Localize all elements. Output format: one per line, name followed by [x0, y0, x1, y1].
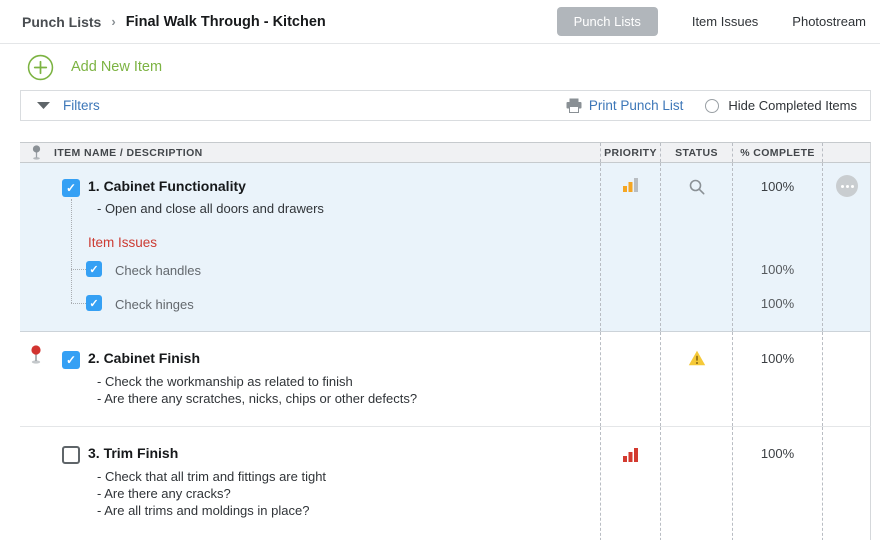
page-title: Final Walk Through - Kitchen — [126, 14, 326, 30]
add-new-item-label: Add New Item — [71, 59, 162, 75]
printer-icon — [566, 98, 582, 113]
item-title[interactable]: 3. Trim Finish — [88, 445, 178, 461]
column-status[interactable]: STATUS — [660, 143, 732, 162]
column-complete[interactable]: % COMPLETE — [732, 143, 822, 162]
item-checkbox[interactable] — [62, 179, 80, 197]
item-description: - Are all trims and moldings in place? — [97, 502, 309, 519]
page-header: Punch Lists › Final Walk Through - Kitch… — [0, 0, 880, 44]
priority-cell — [600, 427, 660, 540]
item-description: - Are there any cracks? — [97, 485, 231, 502]
table-row[interactable]: 1. Cabinet Functionality - Open and clos… — [20, 163, 871, 332]
actions-cell — [822, 332, 871, 426]
complete-cell: 100% 100% 100% — [732, 163, 822, 331]
sub-item-percent-complete: 100% — [733, 296, 822, 311]
percent-complete: 100% — [733, 446, 822, 461]
actions-cell — [822, 427, 871, 540]
status-cell — [660, 332, 732, 426]
status-cell — [660, 163, 732, 331]
header-tabs: Punch Lists Item Issues Photostream — [557, 7, 866, 36]
item-cell-cabinet-functionality: 1. Cabinet Functionality - Open and clos… — [20, 163, 600, 331]
filters-toggle[interactable]: Filters — [36, 98, 100, 113]
item-description: - Open and close all doors and drawers — [97, 200, 324, 217]
filters-label: Filters — [63, 98, 100, 113]
tree-connector-horizontal — [71, 303, 86, 304]
item-checkbox[interactable] — [62, 446, 80, 464]
filter-bar-right: Print Punch List Hide Completed Items — [566, 98, 857, 113]
complete-cell: 100% — [732, 427, 822, 540]
pushpin-icon — [29, 345, 43, 369]
priority-cell — [600, 163, 660, 331]
add-item-row: Add New Item — [0, 44, 880, 90]
sub-item-percent-complete: 100% — [733, 262, 822, 277]
item-cell-cabinet-finish: 2. Cabinet Finish - Check the workmanshi… — [20, 332, 600, 426]
table-row[interactable]: 2. Cabinet Finish - Check the workmanshi… — [20, 332, 871, 427]
item-description: - Are there any scratches, nicks, chips … — [97, 390, 417, 407]
row-actions-ellipsis-button[interactable] — [836, 175, 858, 197]
item-cell-trim-finish: 3. Trim Finish - Check that all trim and… — [20, 427, 600, 540]
item-issues-link[interactable]: Item Issues — [88, 235, 157, 250]
pin-column-icon — [31, 145, 42, 160]
hide-completed-checkbox[interactable] — [705, 99, 719, 113]
warning-status-icon[interactable] — [661, 350, 732, 366]
search-status-icon[interactable] — [661, 178, 732, 196]
column-priority[interactable]: PRIORITY — [600, 143, 660, 162]
caret-down-icon — [36, 101, 51, 110]
column-item-label: ITEM NAME / DESCRIPTION — [54, 147, 203, 159]
percent-complete: 100% — [733, 351, 822, 366]
breadcrumb-punch-lists[interactable]: Punch Lists — [22, 14, 101, 30]
column-item-name[interactable]: ITEM NAME / DESCRIPTION — [20, 143, 600, 162]
item-description: - Check that all trim and fittings are t… — [97, 468, 326, 485]
priority-cell — [600, 332, 660, 426]
tree-connector-horizontal — [71, 269, 86, 270]
punch-list-page: Punch Lists › Final Walk Through - Kitch… — [0, 0, 880, 540]
filter-bar: Filters Print Punch List Hide Completed … — [20, 90, 871, 121]
tab-punch-lists[interactable]: Punch Lists — [557, 7, 658, 36]
sub-item-label[interactable]: Check handles — [115, 263, 201, 278]
plus-circle-icon — [27, 54, 54, 81]
tree-connector-vertical — [71, 199, 72, 303]
item-title[interactable]: 1. Cabinet Functionality — [88, 178, 246, 194]
print-punch-list-button[interactable]: Print Punch List — [566, 98, 684, 113]
tab-item-issues[interactable]: Item Issues — [692, 14, 758, 29]
breadcrumb: Punch Lists › Final Walk Through - Kitch… — [22, 14, 326, 30]
percent-complete: 100% — [733, 179, 822, 194]
priority-medium-icon — [601, 177, 660, 192]
item-title[interactable]: 2. Cabinet Finish — [88, 350, 200, 366]
sub-item-checkbox[interactable] — [86, 261, 102, 277]
sub-item-checkbox[interactable] — [86, 295, 102, 311]
table-row[interactable]: 3. Trim Finish - Check that all trim and… — [20, 427, 871, 540]
breadcrumb-chevron-icon: › — [111, 14, 115, 29]
hide-completed-label: Hide Completed Items — [728, 98, 857, 113]
priority-high-icon — [601, 447, 660, 462]
add-new-item-button[interactable]: Add New Item — [27, 54, 162, 81]
status-cell — [660, 427, 732, 540]
sub-item-label[interactable]: Check hinges — [115, 297, 194, 312]
complete-cell: 100% — [732, 332, 822, 426]
table-header: ITEM NAME / DESCRIPTION PRIORITY STATUS … — [20, 142, 871, 163]
item-checkbox[interactable] — [62, 351, 80, 369]
actions-cell — [822, 163, 871, 331]
punch-list-table: ITEM NAME / DESCRIPTION PRIORITY STATUS … — [20, 142, 871, 540]
hide-completed-toggle[interactable]: Hide Completed Items — [705, 98, 857, 113]
print-punch-list-label: Print Punch List — [589, 98, 684, 113]
column-actions — [822, 143, 871, 162]
tab-photostream[interactable]: Photostream — [792, 14, 866, 29]
item-description: - Check the workmanship as related to fi… — [97, 373, 353, 390]
